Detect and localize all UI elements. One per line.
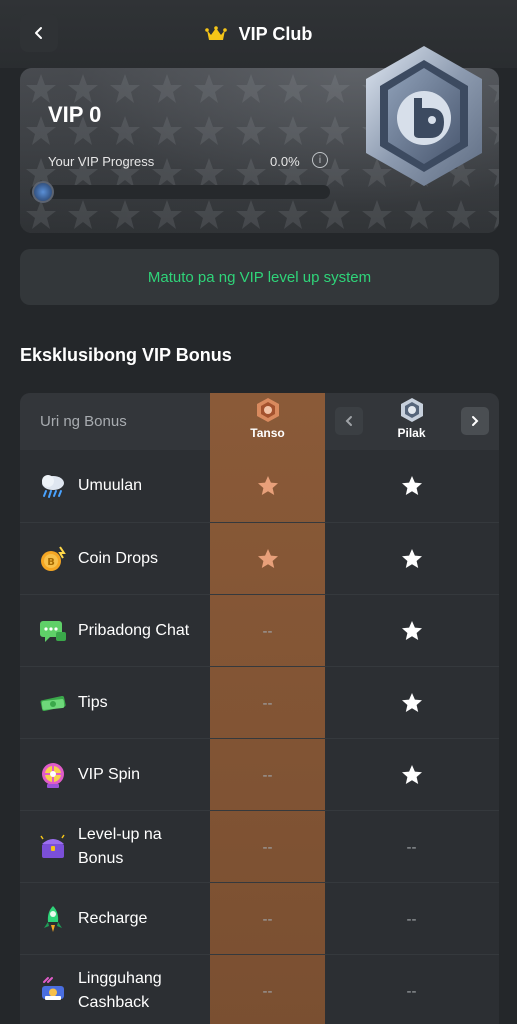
vip-level: VIP 0: [48, 102, 102, 127]
star-icon: [401, 765, 422, 784]
progress-percentage: 0.0%: [270, 154, 300, 169]
pilak-cell: [354, 595, 469, 667]
tanso-cell: --: [262, 838, 273, 856]
tier-name-tanso: Tanso: [250, 426, 285, 440]
tier-next-button[interactable]: [461, 407, 489, 435]
table-row: Level-up na Bonus -- --: [20, 810, 499, 882]
bonus-label: Coin Drops: [78, 550, 159, 567]
table-row: Pribadong Chat --: [20, 594, 499, 666]
tanso-cell: [210, 450, 325, 522]
chat-icon: [38, 616, 68, 646]
tanso-cell: --: [262, 910, 273, 928]
bonus-type-header: Uri ng Bonus: [40, 413, 127, 430]
bonus-label: VIP Spin: [78, 766, 140, 783]
tanso-cell: [210, 523, 325, 595]
bronze-badge-icon: [256, 398, 279, 422]
info-icon[interactable]: i: [312, 152, 328, 168]
treasure-chest-icon: [38, 832, 68, 862]
section-title: Eksklusibong VIP Bonus: [20, 345, 232, 365]
table-row: VIP Spin --: [20, 738, 499, 810]
pilak-cell: [354, 450, 469, 522]
money-icon: [38, 688, 68, 718]
bonus-label: Umuulan: [78, 477, 143, 494]
bonus-label: Lingguhang Cashback: [78, 970, 162, 1011]
star-icon: [401, 693, 422, 712]
table-row: Tips --: [20, 666, 499, 738]
pilak-cell: [354, 523, 469, 595]
table-row: Lingguhang Cashback -- --: [20, 954, 499, 1024]
crown-icon: [204, 26, 227, 40]
bonus-label: Level-up na Bonus: [78, 826, 162, 867]
table-row: Umuulan: [20, 450, 499, 522]
svg-text:B: B: [47, 557, 55, 568]
coin-icon: B: [38, 544, 68, 574]
progress-indicator: [32, 181, 54, 203]
pilak-cell: --: [406, 910, 417, 928]
tier-name-pilak: Pilak: [397, 426, 426, 440]
tanso-cell: --: [262, 622, 273, 640]
pilak-cell: [354, 667, 469, 739]
tanso-cell: --: [262, 694, 273, 712]
star-icon: [257, 476, 278, 495]
star-icon: [401, 621, 422, 640]
silver-badge-icon: [400, 398, 423, 422]
star-icon: [257, 549, 278, 568]
table-row: B Coin Drops: [20, 522, 499, 594]
bonus-label: Pribadong Chat: [78, 622, 190, 639]
progress-bar: [30, 185, 330, 199]
vip-badge-icon: [366, 46, 482, 186]
bonus-label: Recharge: [78, 910, 148, 927]
progress-label: Your VIP Progress: [48, 154, 155, 169]
table-row: Recharge -- --: [20, 882, 499, 954]
bonus-label: Tips: [78, 694, 108, 711]
rain-cloud-icon: [38, 471, 68, 501]
star-icon: [401, 476, 422, 495]
vip-bonus-table: Uri ng Bonus Tanso Pilak Umuulan B Coin Dr…: [20, 393, 499, 1024]
pilak-cell: --: [406, 982, 417, 1000]
rocket-icon: [38, 904, 68, 934]
tier-header-tanso: Tanso: [210, 397, 325, 447]
pilak-cell: --: [406, 838, 417, 856]
vip-status-card: VIP 0 Your VIP Progress 0.0% i: [20, 46, 499, 233]
pilak-cell: [354, 739, 469, 811]
learn-vip-system-button[interactable]: Matuto pa ng VIP level up system: [20, 249, 499, 305]
tanso-cell: --: [262, 982, 273, 1000]
cashback-icon: [38, 976, 68, 1006]
spin-wheel-icon: [38, 760, 68, 790]
star-icon: [401, 549, 422, 568]
page-title: VIP Club: [238, 23, 313, 44]
chevron-right-icon: [472, 416, 479, 426]
tier-header-pilak: Pilak: [354, 397, 469, 447]
tanso-cell: --: [262, 766, 273, 784]
